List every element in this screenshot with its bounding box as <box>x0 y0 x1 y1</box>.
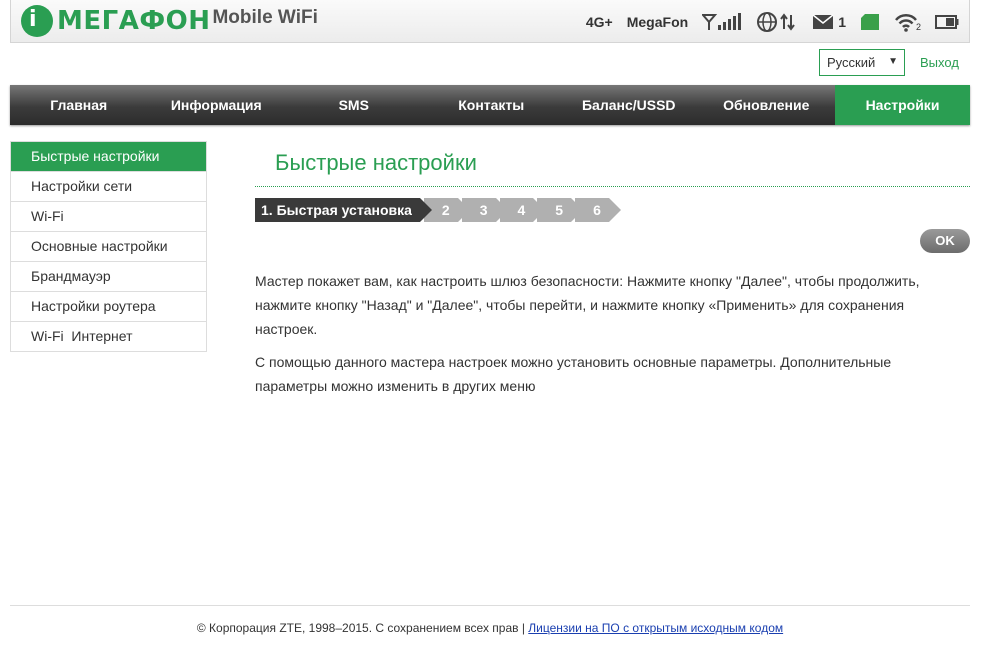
sidebar-item-network-settings[interactable]: Настройки сети <box>11 172 206 202</box>
battery-icon <box>935 14 959 29</box>
license-link[interactable]: Лицензии на ПО с открытым исходным кодом <box>528 621 783 635</box>
settings-sidebar: Быстрые настройки Настройки сети Wi-Fi О… <box>10 141 207 352</box>
wizard-description: Мастер покажет вам, как настроить шлюз б… <box>255 273 920 337</box>
wizard-step-1: 1. Быстрая установка <box>255 198 432 222</box>
wifi-client-count: 2 <box>915 21 921 32</box>
wizard-steps: 1. Быстрая установка 2 3 4 5 6 <box>255 198 621 222</box>
footer-divider <box>10 605 970 606</box>
wifi-icon: 2 <box>894 11 921 33</box>
dropdown-arrow-icon: ▼ <box>888 56 898 67</box>
tab-balance-ussd[interactable]: Баланс/USSD <box>560 85 698 125</box>
status-bar: 4G+ MegaFon 1 2 <box>586 0 969 43</box>
megafon-logo: i МЕГАФОН Mobile WiFi <box>21 5 318 37</box>
brand-name: МЕГАФОН <box>57 6 211 36</box>
language-selected: Русский <box>827 55 876 70</box>
logout-link[interactable]: Выход <box>920 55 959 70</box>
sidebar-item-quick-setup[interactable]: Быстрые настройки <box>11 142 206 172</box>
sidebar-item-firewall[interactable]: Брандмауэр <box>11 262 206 292</box>
sms-envelope-icon[interactable]: 1 <box>812 14 846 30</box>
footer: © Корпорация ZTE, 1998–2015. С сохранени… <box>0 621 980 635</box>
signal-strength-icon <box>702 12 742 31</box>
megafon-logo-mark: i <box>21 5 53 37</box>
main-nav: Главная Информация SMS Контакты Баланс/U… <box>10 85 970 125</box>
tab-home[interactable]: Главная <box>10 85 148 125</box>
sidebar-item-router-settings[interactable]: Настройки роутера <box>11 292 206 322</box>
internet-connection-icon[interactable] <box>756 11 798 33</box>
language-select[interactable]: Русский ▼ <box>819 49 905 76</box>
title-divider <box>255 186 970 187</box>
tab-sms[interactable]: SMS <box>285 85 423 125</box>
page-title: Быстрые настройки <box>275 150 477 175</box>
sidebar-item-wifi[interactable]: Wi-Fi <box>11 202 206 232</box>
tab-update[interactable]: Обновление <box>698 85 836 125</box>
network-type: 4G+ <box>585 13 613 30</box>
tab-information[interactable]: Информация <box>148 85 286 125</box>
copyright-text: © Корпорация ZTE, 1998–2015. С сохранени… <box>196 621 525 635</box>
top-header: i МЕГАФОН Mobile WiFi 4G+ MegaFon 1 2 <box>10 0 970 43</box>
sidebar-item-wifi-internet[interactable]: Wi-Fi Интернет <box>11 322 206 352</box>
sidebar-item-basic-settings[interactable]: Основные настройки <box>11 232 206 262</box>
tab-settings[interactable]: Настройки <box>835 85 970 125</box>
ok-button[interactable]: OK <box>920 229 970 253</box>
sms-count: 1 <box>838 13 846 30</box>
sim-card-icon <box>860 13 880 30</box>
wizard-note: С помощью данного мастера настроек можно… <box>255 354 892 394</box>
operator-name: MegaFon <box>626 13 689 30</box>
tab-contacts[interactable]: Контакты <box>423 85 561 125</box>
product-name: Mobile WiFi <box>212 7 318 28</box>
